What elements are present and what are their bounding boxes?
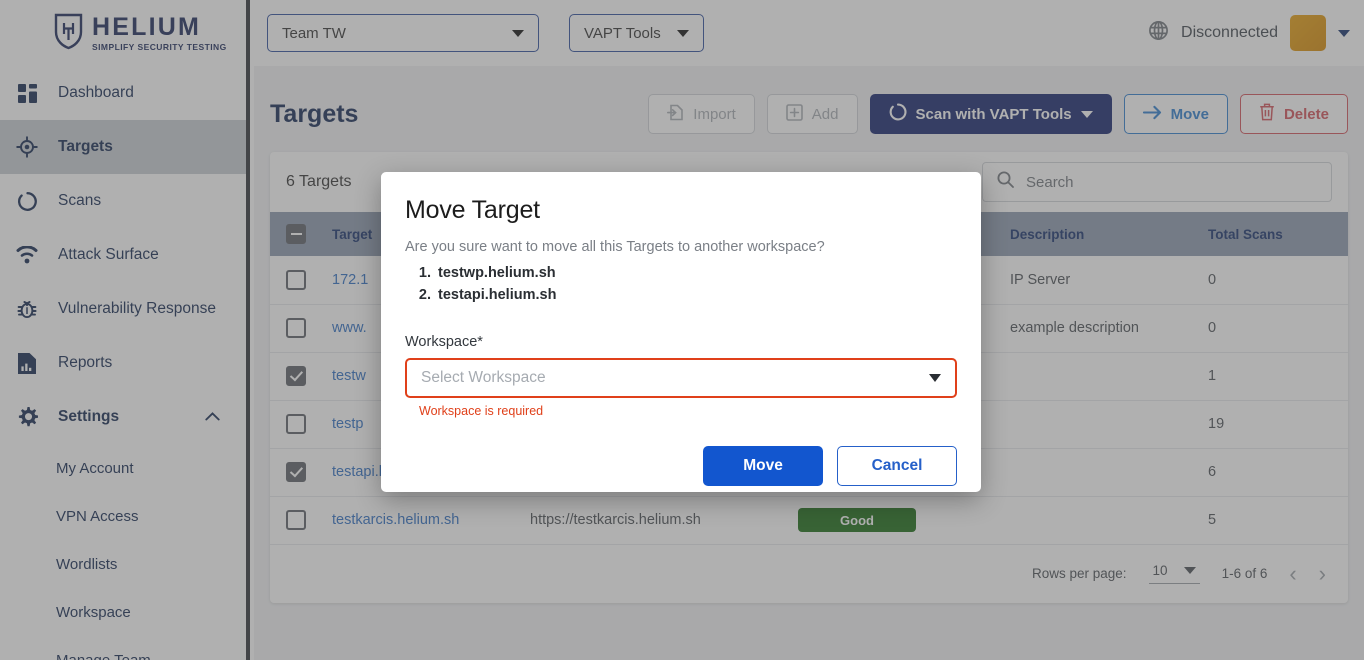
selected-target-item: testwp.helium.sh xyxy=(435,262,957,284)
dialog-title: Move Target xyxy=(405,196,540,224)
dialog-description: Are you sure want to move all this Targe… xyxy=(405,239,825,255)
workspace-select[interactable]: Select Workspace xyxy=(405,358,957,398)
confirm-move-button[interactable]: Move xyxy=(703,446,823,486)
workspace-error-message: Workspace is required xyxy=(419,404,544,418)
move-target-dialog: Move Target Are you sure want to move al… xyxy=(381,172,981,492)
chevron-down-icon xyxy=(929,374,941,382)
selected-targets-list: testwp.helium.shtestapi.helium.sh xyxy=(405,262,957,306)
workspace-field-label: Workspace* xyxy=(405,334,483,350)
workspace-select-placeholder: Select Workspace xyxy=(421,369,546,386)
cancel-button[interactable]: Cancel xyxy=(837,446,957,486)
selected-target-item: testapi.helium.sh xyxy=(435,284,957,306)
